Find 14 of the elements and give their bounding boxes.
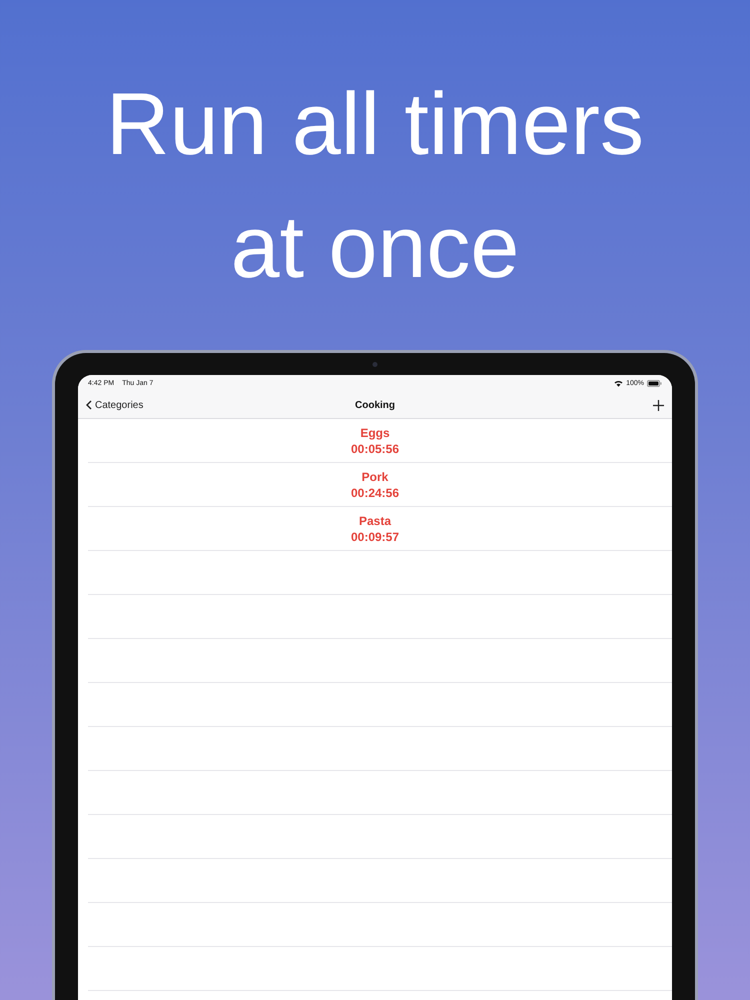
timer-countdown: 00:24:56 — [350, 486, 400, 499]
timer-countdown: 00:05:56 — [350, 442, 400, 455]
nav-title: Cooking — [355, 400, 395, 411]
timer-name: Pork — [362, 470, 388, 483]
back-button[interactable]: Categories — [86, 400, 144, 411]
battery-icon — [647, 380, 662, 388]
headline: Run all timers at once — [105, 73, 645, 298]
timer-name: Eggs — [360, 426, 390, 439]
add-button[interactable] — [653, 400, 664, 411]
camera-icon — [372, 362, 378, 368]
timer-name: Pasta — [358, 514, 392, 527]
chevron-left-icon — [86, 400, 92, 410]
timer-countdown: 00:09:57 — [350, 530, 400, 543]
wifi-icon — [614, 380, 624, 388]
